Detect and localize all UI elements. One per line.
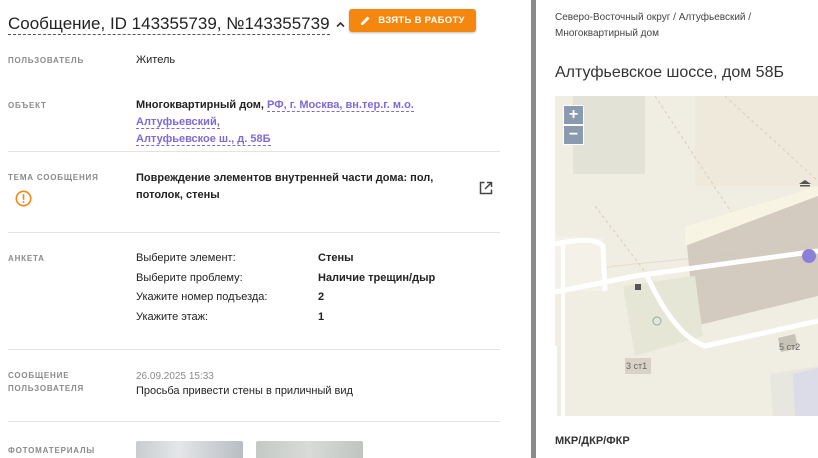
external-link-icon[interactable] [478,180,494,196]
topic-line2: потолок, стены [136,189,220,201]
object-type: Многоквартирный дом, [136,99,264,111]
topic-label: ТЕМА СООБЩЕНИЯ [8,173,99,182]
anketa-answer: 2 [318,291,325,303]
chevron-up-icon[interactable] [335,19,346,30]
object-value: Многоквартирный дом, РФ, г. Москва, вн.т… [136,97,496,148]
breadcrumb-line1: Северо-Восточный округ / Алтуфьевский / [555,12,752,23]
divider [8,232,500,233]
message-label-line2: ПОЛЬЗОВАТЕЛЯ [8,384,85,393]
message-panel: Сообщение, ID 143355739, №143355739 ВЗЯТ… [0,0,531,458]
address-title: Алтуфьевское шоссе, дом 58Б [555,64,784,81]
anketa-question: Укажите этаж: [136,311,209,323]
topic-value: Повреждение элементов внутренней части д… [136,170,456,204]
user-label: ПОЛЬЗОВАТЕЛЬ [8,56,85,65]
map[interactable]: + − 3 ст1 5 ст2 [555,96,818,416]
user-value: Житель [136,54,176,66]
take-to-work-button[interactable]: ВЗЯТЬ В РАБОТУ [349,9,476,32]
warning-icon [15,190,32,207]
page-title[interactable]: Сообщение, ID 143355739, №143355739 [8,14,330,35]
object-address-link-line2[interactable]: Алтуфьевское ш., д. 58Б [136,133,271,146]
anketa-label: АНКЕТА [8,254,45,263]
zoom-in-button[interactable]: + [563,105,584,125]
anketa-question: Выберите элемент: [136,252,236,264]
anketa-answer: 1 [318,311,325,323]
message-title-row[interactable]: Сообщение, ID 143355739, №143355739 [8,11,346,37]
photos-label: ФОТОМАТЕРИАЛЫ [8,446,96,455]
zoom-controls: + − [563,105,584,145]
object-label: ОБЪЕКТ [8,101,47,110]
divider [8,151,500,152]
zoom-out-button[interactable]: − [563,125,584,145]
map-building-label: 3 ст1 [626,361,648,371]
divider [8,421,500,422]
photo-thumbnail[interactable] [256,441,363,458]
breadcrumb-line2: Многоквартирный дом [555,28,659,39]
topic-line1: Повреждение элементов внутренней части д… [136,172,434,184]
anketa-answer: Стены [318,252,354,264]
location-panel: Северо-Восточный округ / Алтуфьевский / … [536,0,818,458]
message-text: Просьба привести стены в приличный вид [136,385,353,397]
anketa-question: Укажите номер подъезда: [136,291,268,303]
divider [8,349,500,350]
map-building-label: 5 ст2 [779,342,801,352]
message-label-line1: СООБЩЕНИЕ [8,371,70,380]
pencil-icon [360,15,371,26]
location-marker[interactable] [802,249,816,263]
breadcrumb: Северо-Восточный округ / Алтуфьевский / … [555,10,805,42]
take-to-work-label: ВЗЯТЬ В РАБОТУ [378,15,465,26]
map-canvas [555,96,818,416]
repair-section-title: МКР/ДКР/ФКР [555,435,630,447]
message-label: СООБЩЕНИЕ ПОЛЬЗОВАТЕЛЯ [8,369,84,395]
anketa-answer: Наличие трещин/дыр [318,272,436,284]
photo-thumbnail[interactable] [136,441,243,458]
anketa-question: Выберите проблему: [136,272,243,284]
